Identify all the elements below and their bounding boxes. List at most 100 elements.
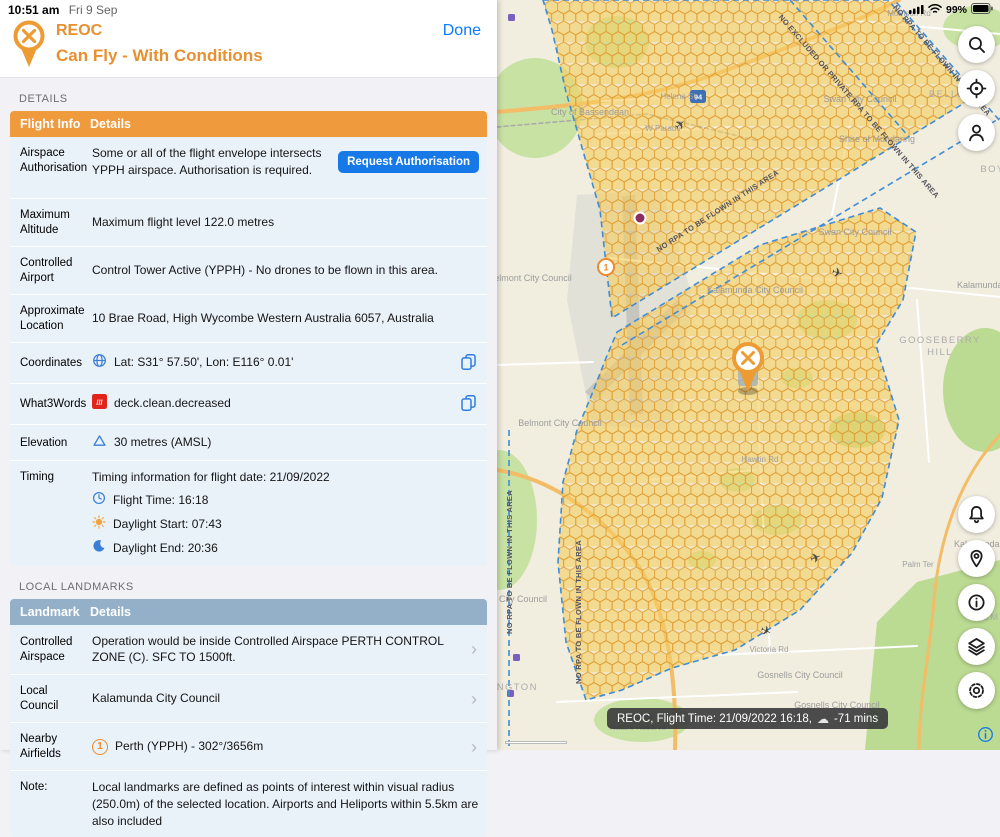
map: 94 1 Morrison RdBELLEVUESwan City Counci… <box>497 0 1000 750</box>
locate-icon <box>966 78 987 99</box>
settings-gear-icon <box>969 683 984 698</box>
clock-time: 10:51 am <box>8 3 60 17</box>
note-text: Local landmarks are defined as points of… <box>92 779 479 828</box>
search-icon <box>968 36 985 53</box>
info-button[interactable] <box>958 584 995 621</box>
weather-cloud-icon: ☁ <box>816 711 829 726</box>
copy-icon <box>461 394 476 411</box>
map-label: City of Bassendean <box>551 107 629 117</box>
bell-icon <box>969 506 984 524</box>
col-landmark: Landmark <box>20 604 80 619</box>
map-label: CANNINGTON <box>497 682 538 693</box>
map-label: GOOSEBERRY <box>899 335 980 346</box>
pin-button[interactable] <box>958 540 995 577</box>
controlled-airport-text: Control Tower Active (YPPH) - No drones … <box>92 262 438 277</box>
layers-button[interactable] <box>958 628 995 665</box>
wifi-icon <box>928 3 942 17</box>
what3words-icon: /// <box>92 393 107 414</box>
profile-button[interactable] <box>958 114 995 151</box>
map-label: Kalamunda City Council <box>957 280 1000 290</box>
settings-button[interactable] <box>958 672 995 709</box>
moon-icon <box>92 539 106 558</box>
copy-coordinates-button[interactable] <box>458 351 479 375</box>
timing-intro: Timing information for flight date: 21/0… <box>92 470 330 485</box>
request-authorisation-button[interactable]: Request Authorisation <box>338 150 479 173</box>
search-button[interactable] <box>958 26 995 63</box>
what3words-text: deck.clean.decreased <box>114 396 231 411</box>
info-icon <box>978 727 993 742</box>
map-label: Swan City Council <box>818 227 891 237</box>
col-landmark-details: Details <box>90 604 131 619</box>
coordinates-text: Lat: S31° 57.50', Lon: E116° 0.01' <box>114 355 294 370</box>
status-bar: 10:51 am Fri 9 Sep <box>8 3 117 17</box>
table-row: What3Words /// deck.clean.decreased <box>10 383 487 425</box>
map-label: Helena St <box>660 92 696 101</box>
locate-button[interactable] <box>958 70 995 107</box>
daylight-end-text: Daylight End: 20:36 <box>113 540 218 555</box>
bell-button[interactable] <box>958 496 995 533</box>
svg-text:///: /// <box>96 398 103 407</box>
table-row: Airspace Authorisation Some or all of th… <box>10 137 487 199</box>
table-row: Maximum Altitude Maximum flight level 12… <box>10 199 487 247</box>
landmark-row-note: Note: Local landmarks are defined as poi… <box>10 770 487 837</box>
daylight-start-text: Daylight Start: 07:43 <box>113 517 222 532</box>
copy-what3words-button[interactable] <box>458 392 479 416</box>
no-fly-warning-label: NO RPA TO BE FLOWN IN THIS AREA <box>505 490 514 634</box>
globe-icon <box>92 353 107 373</box>
copy-icon <box>461 353 476 370</box>
point-marker <box>633 211 647 225</box>
nearby-airfield-text: Perth (YPPH) - 302°/3656m <box>115 739 264 754</box>
elevation-text: 30 metres (AMSL) <box>114 435 212 450</box>
done-button[interactable]: Done <box>443 22 481 40</box>
flight-time-text: Flight Time: 16:18 <box>113 493 209 508</box>
max-altitude-text: Maximum flight level 122.0 metres <box>92 215 275 230</box>
flight-info-table: Flight Info Details Airspace Authorisati… <box>10 111 487 566</box>
table-row: Approximate Location 10 Brae Road, High … <box>10 294 487 343</box>
app-pin-icon <box>10 18 48 75</box>
landmark-row-controlled-airspace[interactable]: Controlled Airspace Operation would be i… <box>10 624 487 676</box>
landmark-row-nearby-airfields[interactable]: Nearby Airfields 1 Perth (YPPH) - 302°/3… <box>10 723 487 771</box>
details-panel: 10:51 am Fri 9 Sep REOC Can Fly - With C… <box>0 0 497 837</box>
approx-location-text: 10 Brae Road, High Wycombe Western Austr… <box>92 310 434 325</box>
table-row: Coordinates Lat: S31° 57.50', Lon: E116°… <box>10 342 487 384</box>
map-label: Belmont City Council <box>518 418 602 428</box>
fly-status-title: Can Fly - With Conditions <box>56 46 263 65</box>
no-fly-warning-label: NO RPA TO BE FLOWN IN THIS AREA <box>574 540 583 684</box>
landmarks-table: Landmark Details Controlled Airspace Ope… <box>10 598 487 837</box>
cellular-signal-icon <box>908 4 924 17</box>
controlled-airspace-text: Operation would be inside Controlled Air… <box>92 633 444 665</box>
map-label: Victoria Rd <box>750 645 789 654</box>
app-title: REOC <box>56 22 103 39</box>
map-controls-bottom <box>958 496 995 709</box>
col-flight-info: Flight Info <box>20 117 81 131</box>
elevation-icon <box>92 433 107 453</box>
map-label: Hawtin Rd <box>742 455 779 464</box>
flight-status-pill: REOC, Flight Time: 21/09/2022 16:18, ☁ -… <box>607 708 889 729</box>
map-label: Gosnells City Council <box>757 670 843 680</box>
pill-text: REOC, Flight Time: 21/09/2022 16:18, <box>617 712 812 725</box>
layers-icon <box>968 638 985 656</box>
map-legal-info-button[interactable] <box>977 726 994 746</box>
clock-icon <box>92 491 106 510</box>
local-council-text: Kalamunda City Council <box>92 691 221 706</box>
flight-info-table-header: Flight Info Details <box>10 111 487 137</box>
landmarks-table-header: Landmark Details <box>10 598 487 625</box>
chevron-right-icon: › <box>471 736 477 757</box>
battery-icon <box>971 3 993 17</box>
sun-icon <box>92 515 106 534</box>
map-label: Shire of Mundaring <box>839 134 915 144</box>
airfield-map-badge: 1 <box>597 258 615 276</box>
map-controls-top <box>958 26 995 151</box>
map-scale-bar <box>505 741 567 744</box>
map-canvas[interactable]: 94 1 Morrison RdBELLEVUESwan City Counci… <box>497 0 1000 750</box>
airspace-auth-text: Some or all of the flight envelope inter… <box>92 146 322 177</box>
chevron-right-icon: › <box>471 639 477 660</box>
map-label: HILL <box>927 347 953 358</box>
status-bar-right: 99% <box>908 3 993 17</box>
map-label: Palm Ter <box>902 560 934 569</box>
panel-header: 10:51 am Fri 9 Sep REOC Can Fly - With C… <box>0 0 497 78</box>
clock-date: Fri 9 Sep <box>68 3 118 17</box>
landmark-row-local-council[interactable]: Local Council Kalamunda City Council › <box>10 675 487 724</box>
table-row: Elevation 30 metres (AMSL) <box>10 424 487 462</box>
airfield-number-badge: 1 <box>92 738 108 755</box>
